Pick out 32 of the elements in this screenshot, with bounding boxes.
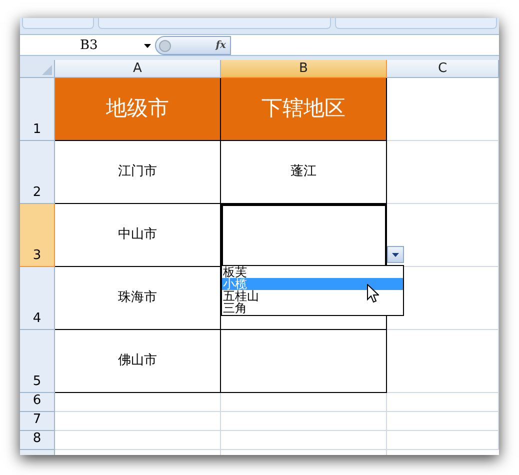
row-header[interactable]: 3 — [20, 204, 55, 267]
row-header[interactable]: 7 — [20, 412, 55, 431]
caret-icon — [144, 44, 151, 48]
list-option[interactable]: 板芙 — [222, 266, 403, 278]
list-option[interactable]: 五桂山 — [222, 290, 403, 302]
row-header[interactable]: 1 — [20, 78, 55, 141]
header-cell: 地级市 — [55, 78, 221, 141]
table-cell: 江门市 — [55, 141, 221, 204]
corner-triangle-icon — [42, 65, 52, 75]
header-cell: 下辖地区 — [221, 78, 387, 141]
column-header[interactable]: A — [55, 60, 221, 78]
fx-label: fx — [216, 39, 226, 53]
cell-reference: B3 — [80, 36, 98, 55]
table-cell: 珠海市 — [55, 267, 221, 330]
caret-icon — [392, 252, 399, 256]
row-header[interactable]: 8 — [20, 431, 55, 450]
column-header[interactable]: C — [387, 60, 499, 78]
active-cell[interactable] — [221, 204, 387, 267]
row-header[interactable]: 5 — [20, 330, 55, 393]
dropdown-button[interactable] — [387, 246, 404, 263]
list-option[interactable]: 三角 — [222, 302, 403, 314]
name-box[interactable]: B3 — [20, 36, 155, 55]
round-handle-icon — [159, 40, 171, 52]
row-header[interactable]: 6 — [20, 393, 55, 412]
column-header[interactable]: B — [221, 60, 387, 78]
table-cell: 中山市 — [55, 204, 221, 267]
formula-button[interactable]: fx — [155, 36, 231, 55]
table-cell: 蓬江 — [221, 141, 387, 204]
table-cell: 佛山市 — [55, 330, 221, 393]
row-header[interactable]: 2 — [20, 141, 55, 204]
row-header[interactable]: 4 — [20, 267, 55, 330]
mouse-pointer-icon — [367, 284, 379, 303]
